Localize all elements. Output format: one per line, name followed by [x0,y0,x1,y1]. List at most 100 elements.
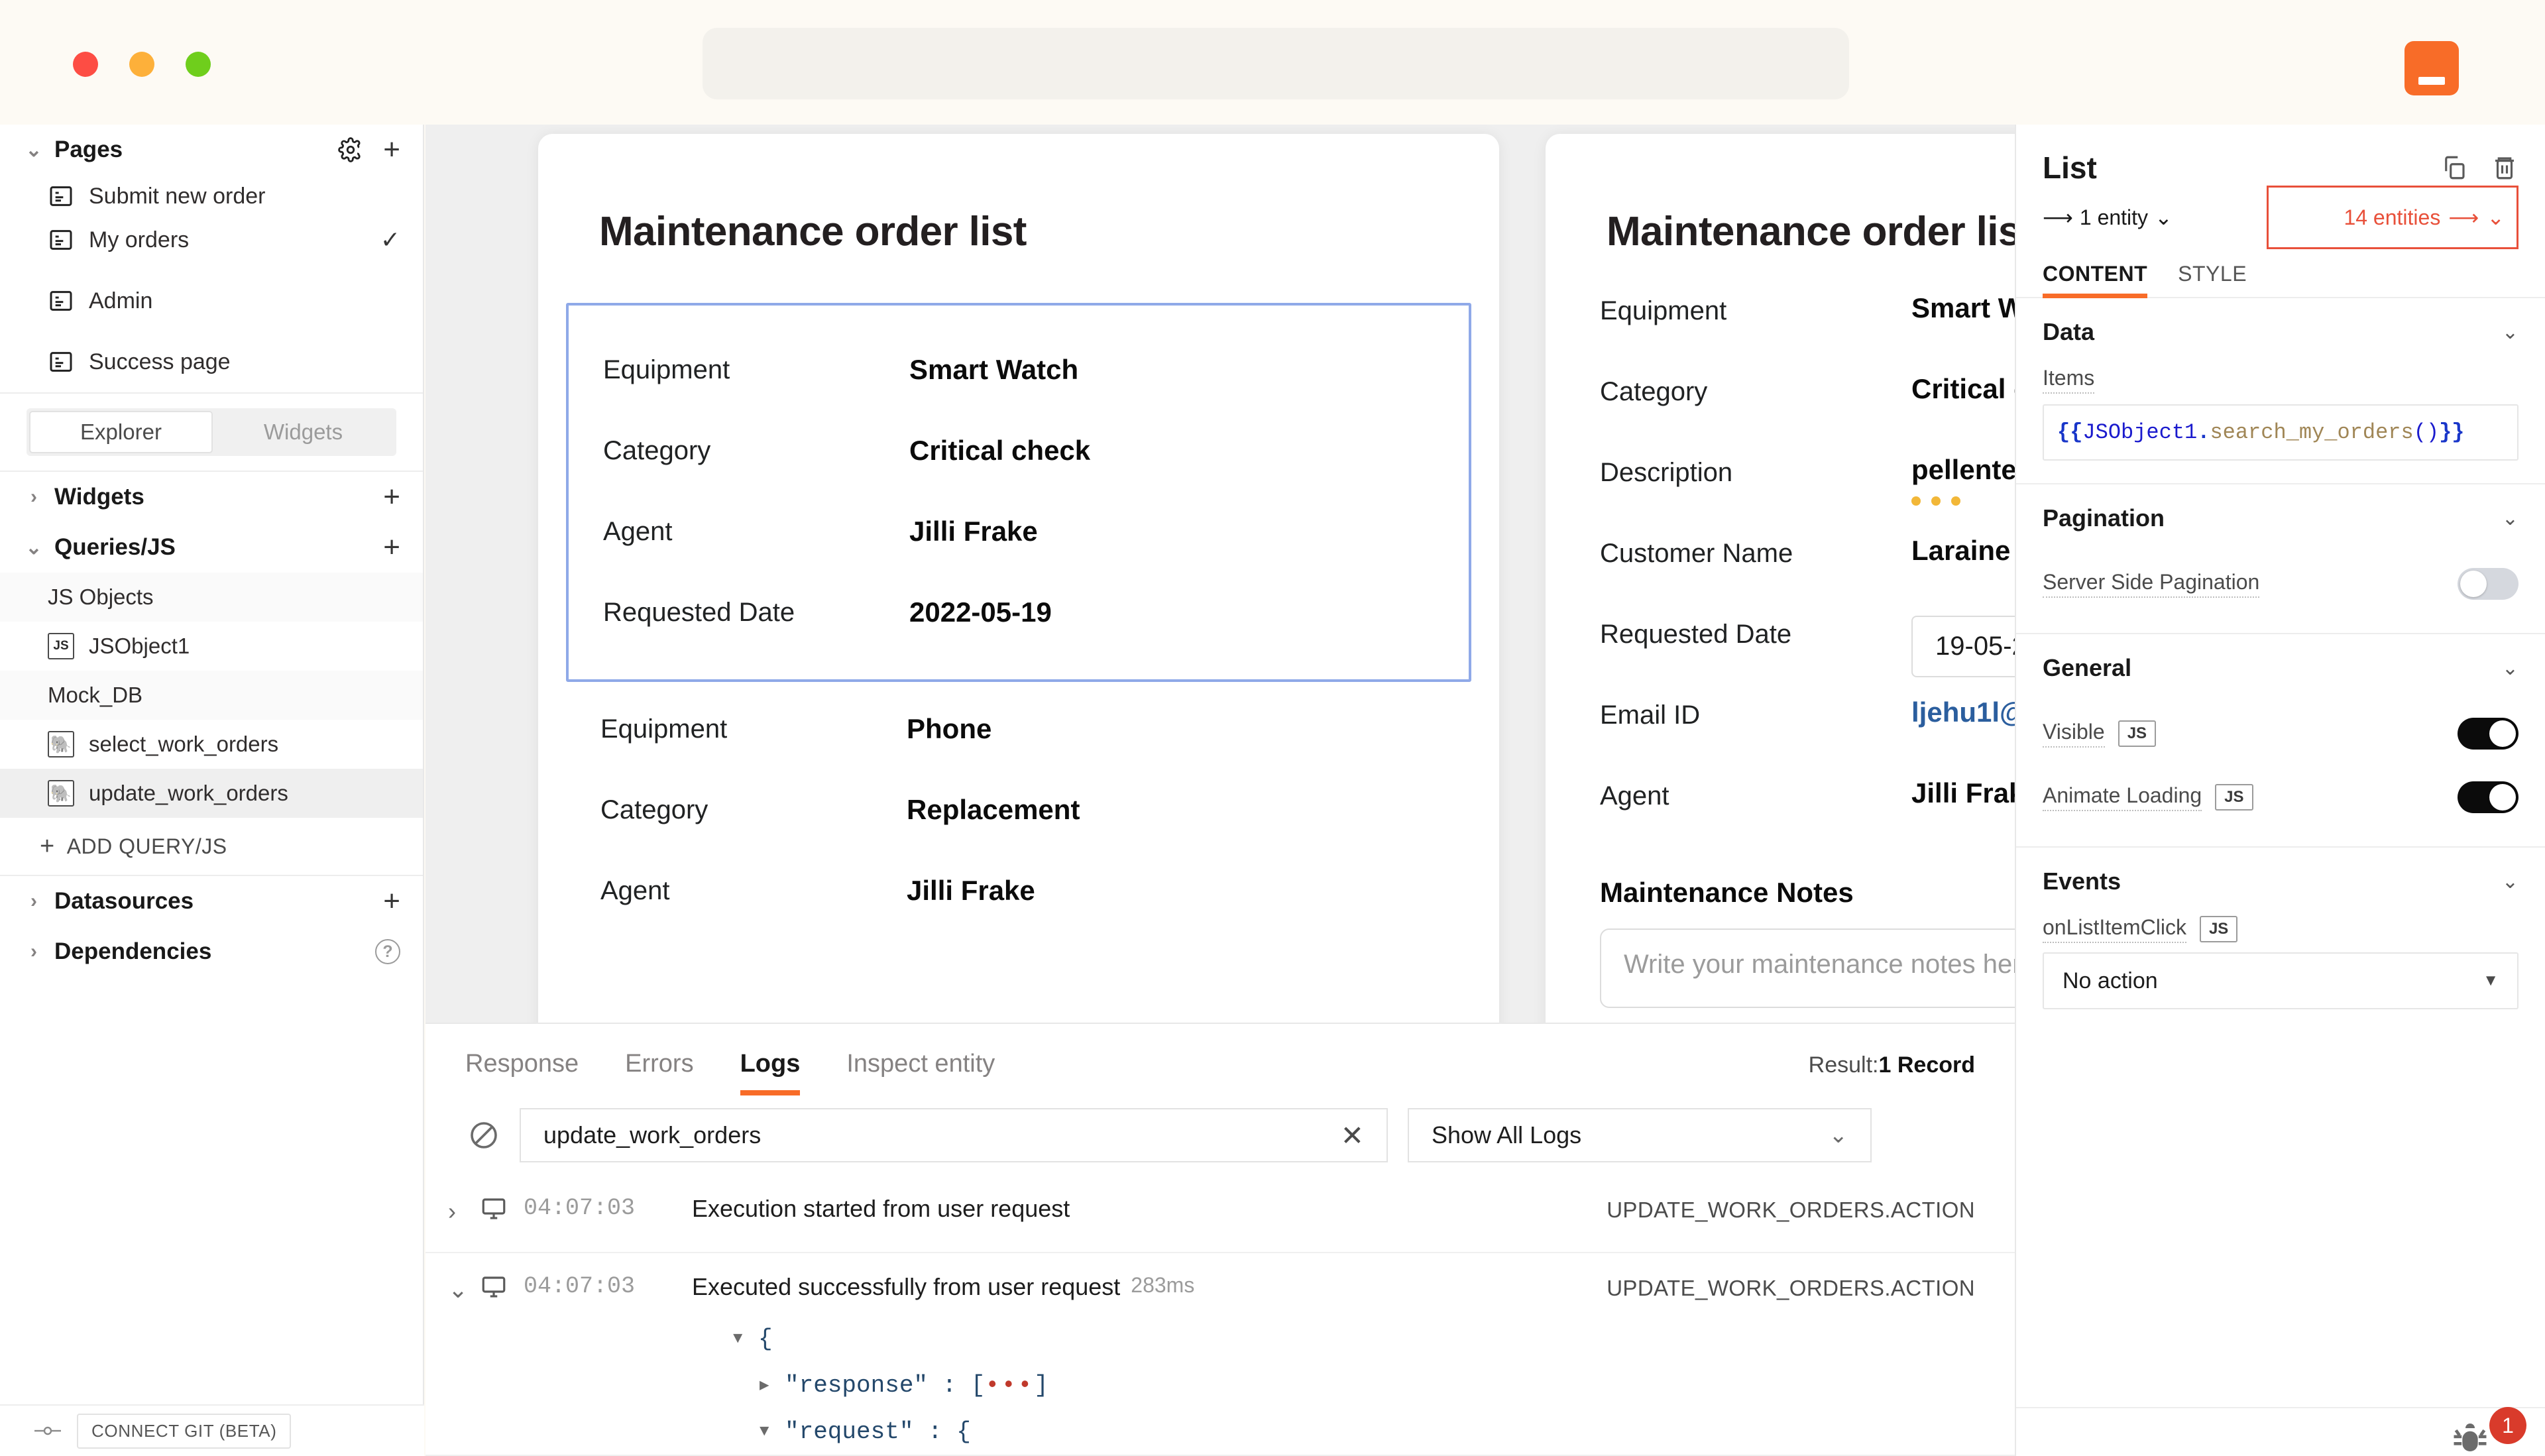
chevron-right-icon: › [23,940,45,963]
browser-titlebar [0,0,2545,125]
query-item-update-work-orders[interactable]: 🐘 update_work_orders [0,769,423,818]
bottom-debugger-panel: Response Errors Logs Inspect entity Resu… [425,1023,2015,1456]
entity-explorer-sidebar: ⌄ Pages + Submit new order [0,125,424,1456]
requested-date-input[interactable]: 19-05-2022 [1911,616,2015,677]
connect-git-button[interactable]: CONNECT GIT (BETA) [77,1414,291,1449]
sidebar-item-label: Submit new order [89,184,265,209]
maintenance-notes-input[interactable]: Write your maintenance notes here [1600,928,2015,1008]
add-datasource-button[interactable]: + [383,891,400,912]
trash-icon[interactable] [2491,154,2518,182]
pages-section-header[interactable]: ⌄ Pages + [0,125,423,175]
debugger-bug-button[interactable]: 1 [2443,1408,2529,1456]
server-side-pagination-row: Server Side Pagination [2043,552,2518,616]
sidebar-item-submit-new-order[interactable]: Submit new order [0,175,423,209]
workspace: ⌄ Pages + Submit new order [0,125,2545,1456]
logs-filter-select[interactable]: Show All Logs ⌄ [1408,1108,1872,1162]
chevron-down-icon[interactable]: ⌄ [448,1273,477,1304]
minimize-window-button[interactable] [129,52,154,77]
query-item-label: update_work_orders [89,781,288,806]
visible-toggle[interactable] [2458,718,2518,750]
field-value: 2022-05-19 [909,596,1052,628]
tab-style[interactable]: STYLE [2178,262,2247,297]
log-entry[interactable]: ⌄ 04:07:03 Executed successfully from us… [425,1253,2015,1456]
maximize-window-button[interactable] [186,52,211,77]
detail-card-title: Maintenance order list [1546,134,2015,255]
add-query-js-button[interactable]: + ADD QUERY/JS [0,818,423,875]
page-icon [48,349,74,375]
js-toggle-chip[interactable]: JS [2215,784,2253,811]
incoming-entities-button[interactable]: ⟶ 1 entity ⌄ [2043,205,2173,230]
dependencies-section-header[interactable]: › Dependencies ? [0,926,423,977]
log-timestamp: 04:07:03 [524,1195,676,1221]
clear-logs-icon[interactable] [468,1119,500,1151]
onlistitemclick-action-select[interactable]: No action ▼ [2043,952,2518,1009]
incoming-entities-label: 1 entity [2080,205,2148,230]
section-general-header[interactable]: General ⌄ [2043,634,2518,702]
widgets-section-header[interactable]: › Widgets + [0,472,423,522]
json-line[interactable]: ▼ "request" : { [733,1408,1975,1455]
section-pagination-header[interactable]: Pagination ⌄ [2043,484,2518,552]
gear-icon[interactable] [338,137,363,162]
maintenance-order-list-card: Maintenance order list Equipment Smart W… [538,134,1499,1023]
chevron-down-icon: ⌄ [2155,205,2173,230]
field-label: Category [603,436,909,466]
email-link[interactable]: ljehu1l@google.com [1911,697,2015,728]
address-bar[interactable] [703,28,1849,99]
tab-response[interactable]: Response [465,1050,579,1095]
outgoing-entities-button[interactable]: 14 entities ⟶ ⌄ [2267,186,2518,249]
query-item-jsobject1[interactable]: JS JSObject1 [0,622,423,671]
add-query-button[interactable]: + [383,537,400,558]
field-label: Agent [600,876,907,906]
json-token: "request" : { [785,1418,971,1445]
server-side-pagination-toggle[interactable] [2458,568,2518,600]
animate-loading-toggle[interactable] [2458,781,2518,813]
json-line[interactable]: ▶ "response" : [ ••• ] [733,1362,1975,1408]
log-entry[interactable]: › 04:07:03 Execution started from user r… [425,1175,2015,1253]
git-status-bar: CONNECT GIT (BETA) [0,1404,424,1456]
close-icon[interactable]: ✕ [1341,1119,1364,1152]
tab-content[interactable]: CONTENT [2043,262,2147,297]
add-page-button[interactable]: + [383,140,400,160]
sidebar-item-admin[interactable]: Admin [0,270,423,331]
field-label: Description [1600,454,1911,488]
copy-icon[interactable] [2440,154,2468,182]
close-window-button[interactable] [73,52,98,77]
result-prefix: Result: [1809,1052,1879,1078]
triangle-down-icon[interactable]: ▼ [733,1330,758,1348]
list-item-selected[interactable]: Equipment Smart Watch Category Critical … [566,303,1471,682]
explorer-widgets-switcher: Explorer Widgets [0,394,423,471]
json-line[interactable]: ▼ { [733,1316,1975,1362]
section-events-header[interactable]: Events ⌄ [2043,848,2518,915]
list-row: Agent Jilli Frake [566,850,1471,931]
queries-section-header[interactable]: ⌄ Queries/JS + [0,522,423,573]
chevron-right-icon[interactable]: › [448,1195,477,1225]
field-value: Phone [907,713,991,745]
logs-search-input[interactable]: update_work_orders ✕ [520,1108,1388,1162]
list-item-next[interactable]: Equipment Phone Category Replacement Age… [538,682,1499,931]
field-value: Smart Watch [909,354,1078,386]
section-data-header[interactable]: Data ⌄ [2043,298,2518,366]
tab-logs[interactable]: Logs [740,1050,801,1095]
items-code-input[interactable]: {{JSObject1.search_my_orders()}} [2043,404,2518,461]
maintenance-notes-title: Maintenance Notes [1546,858,2015,909]
query-item-select-work-orders[interactable]: 🐘 select_work_orders [0,720,423,769]
tab-widgets[interactable]: Widgets [213,411,394,453]
datasources-section-header[interactable]: › Datasources + [0,876,423,926]
triangle-down-icon[interactable]: ▼ [760,1423,785,1441]
triangle-right-icon[interactable]: ▶ [760,1375,785,1395]
chevron-down-icon: ⌄ [2502,321,2518,344]
chevron-down-icon: ⌄ [23,139,45,161]
js-toggle-chip[interactable]: JS [2118,720,2156,747]
chevron-down-icon: ⌄ [2487,205,2505,230]
query-item-label: select_work_orders [89,732,278,757]
sidebar-item-my-orders[interactable]: My orders ✓ [0,209,423,270]
queries-section-title: Queries/JS [54,534,176,561]
tab-inspect-entity[interactable]: Inspect entity [846,1050,995,1095]
tab-errors[interactable]: Errors [625,1050,693,1095]
sidebar-item-success-page[interactable]: Success page [0,331,423,392]
appsmith-extension-icon[interactable] [2404,41,2459,95]
js-toggle-chip[interactable]: JS [2200,916,2237,942]
tab-explorer[interactable]: Explorer [29,411,213,453]
help-icon[interactable]: ? [375,939,400,964]
add-widget-button[interactable]: + [383,487,400,508]
